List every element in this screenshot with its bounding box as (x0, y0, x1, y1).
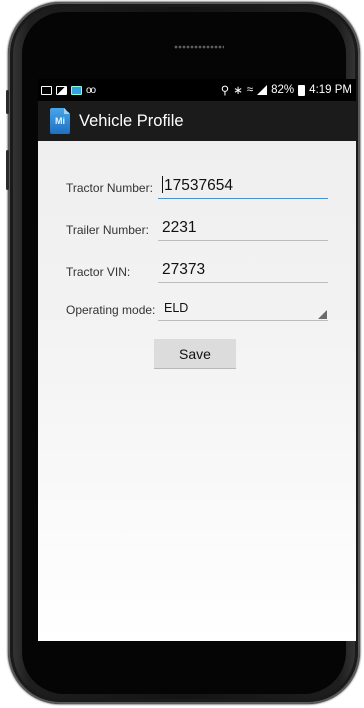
tractor-number-value: 17537654 (164, 177, 233, 194)
app-logo-text: Mi (55, 116, 65, 126)
power-button (6, 90, 9, 114)
phone-screen: oo ⚲ ∗ ≈ 82% 4:19 PM Mi Vehicle Profile … (38, 79, 356, 641)
app-notification-icon (71, 85, 82, 95)
mail-icon (41, 85, 52, 95)
volume-button (6, 150, 9, 190)
tractor-vin-row: Tractor VIN: 27373 (38, 253, 356, 287)
save-button[interactable]: Save (154, 339, 236, 369)
trailer-number-input[interactable]: 2231 (158, 215, 328, 241)
status-right: ⚲ ∗ ≈ 82% 4:19 PM (221, 83, 352, 97)
tractor-vin-label: Tractor VIN: (66, 265, 131, 279)
status-bar: oo ⚲ ∗ ≈ 82% 4:19 PM (38, 79, 356, 101)
operating-mode-select[interactable]: ELD (158, 295, 328, 321)
app-logo-icon: Mi (50, 108, 70, 134)
status-time: 4:19 PM (309, 84, 352, 96)
image-icon (56, 85, 67, 95)
tractor-vin-input[interactable]: 27373 (158, 257, 328, 283)
trailer-number-value: 2231 (162, 219, 197, 236)
page-title: Vehicle Profile (79, 111, 184, 130)
dropdown-arrow-icon (318, 310, 327, 319)
trailer-number-row: Trailer Number: 2231 (38, 211, 356, 245)
voicemail-icon: oo (86, 84, 96, 96)
tractor-vin-value: 27373 (162, 261, 206, 278)
text-cursor (162, 176, 163, 193)
tractor-number-label: Tractor Number: (66, 181, 153, 195)
trailer-number-label: Trailer Number: (66, 223, 149, 237)
signal-icon (257, 85, 268, 95)
vehicle-profile-form: Tractor Number: 17537654 Trailer Number:… (38, 141, 356, 641)
bluetooth-icon: ∗ (233, 85, 243, 97)
status-left: oo (41, 84, 96, 96)
battery-percent: 82% (271, 84, 295, 96)
app-bar: Mi Vehicle Profile (38, 101, 356, 141)
operating-mode-row: Operating mode: ELD (38, 291, 356, 325)
wifi-icon: ≈ (246, 84, 254, 96)
tractor-number-row: Tractor Number: 17537654 (38, 169, 356, 203)
operating-mode-label: Operating mode: (66, 303, 156, 317)
operating-mode-value: ELD (164, 301, 189, 315)
device-mockup: oo ⚲ ∗ ≈ 82% 4:19 PM Mi Vehicle Profile … (0, 0, 364, 708)
location-icon: ⚲ (220, 85, 230, 97)
tractor-number-input[interactable]: 17537654 (158, 173, 328, 199)
speaker-grille (174, 45, 224, 49)
battery-icon (298, 84, 306, 96)
